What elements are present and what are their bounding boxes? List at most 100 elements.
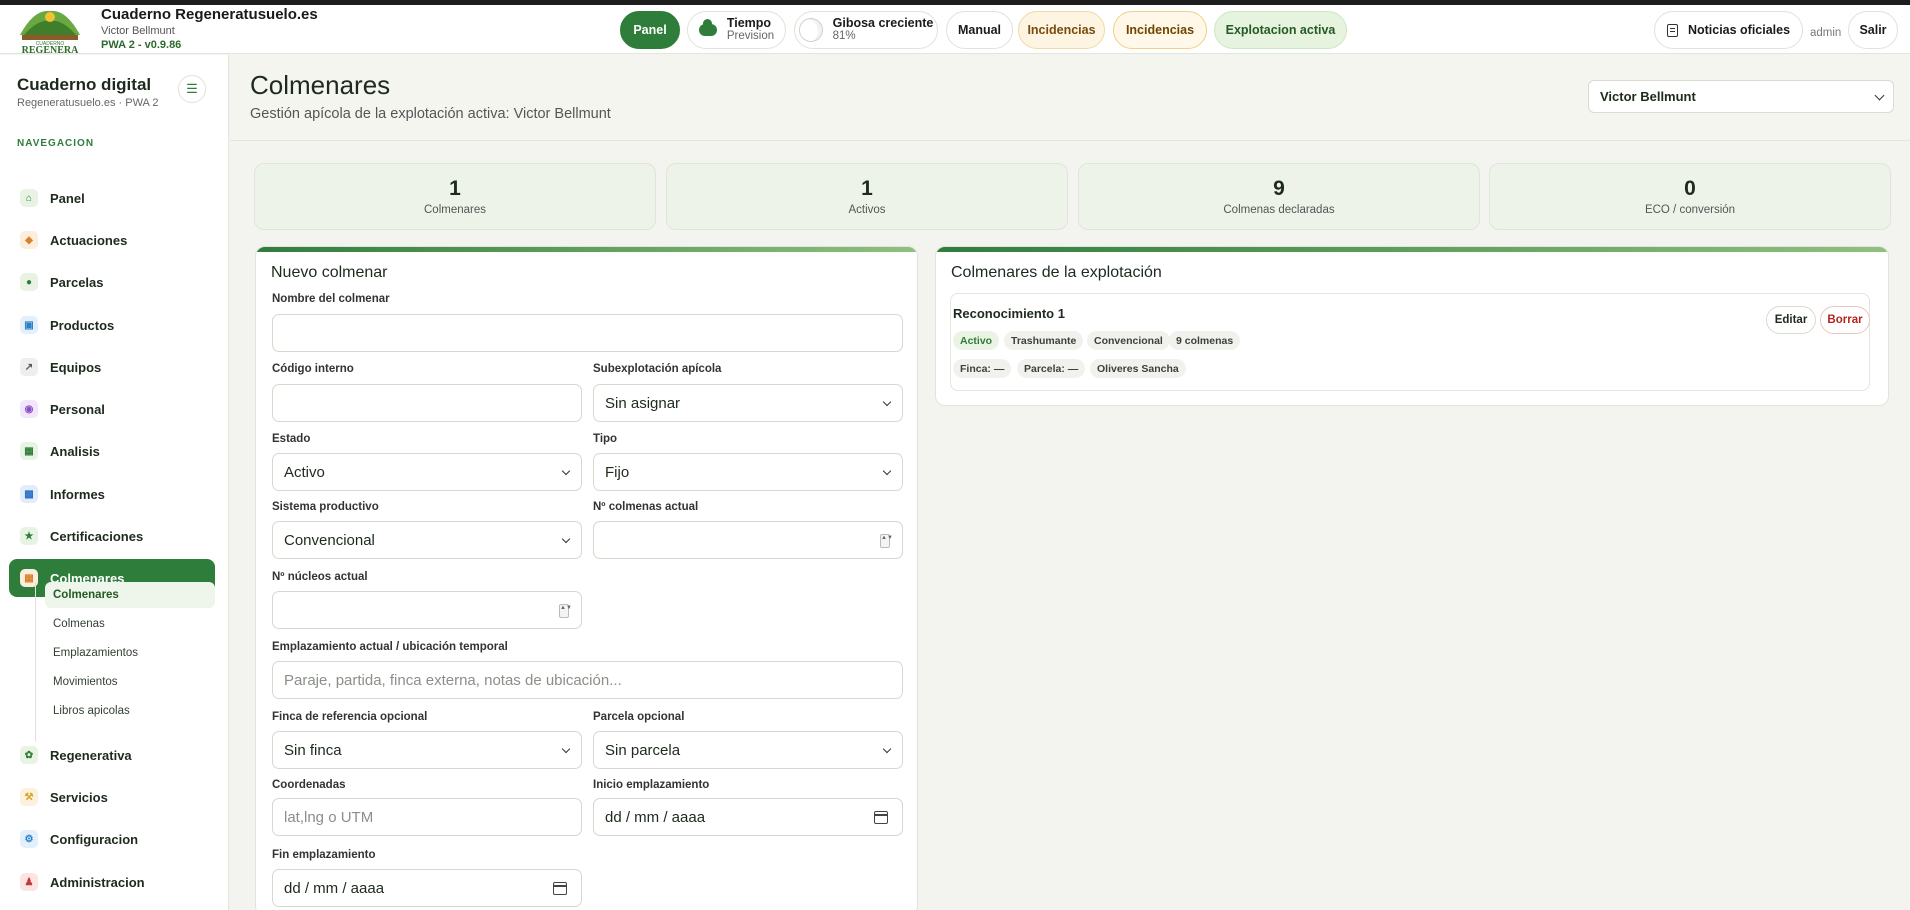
sidebar-item-parcelas[interactable]: ● Parcelas: [9, 263, 215, 301]
moon-phase-pct: 81%: [832, 30, 856, 42]
sidebar-item-label: Configuracion: [50, 831, 139, 847]
colmenas-number-input[interactable]: ▲▼: [593, 521, 903, 559]
sidebar-item-personal[interactable]: ◉ Personal: [9, 390, 215, 428]
moon-phase-button[interactable]: Gibosa creciente 81%: [794, 11, 938, 49]
explotacion-select[interactable]: Victor Bellmunt: [1588, 80, 1894, 113]
chevron-down-icon: [882, 397, 892, 407]
fin-date-placeholder: dd / mm / aaaa: [284, 879, 385, 897]
sidebar-item-administracion[interactable]: ♟ Administracion: [9, 863, 215, 901]
incidencias-alert-button[interactable]: Incidencias: [1113, 11, 1207, 49]
subnav-movimientos[interactable]: Movimientos: [45, 669, 215, 695]
sidebar-item-panel[interactable]: ⌂ Panel: [9, 179, 215, 217]
subexplotacion-select[interactable]: Sin asignar: [593, 384, 903, 422]
sistema-label: Sistema productivo: [272, 501, 379, 513]
status-badge: Activo: [953, 331, 1000, 350]
inicio-label: Inicio emplazamiento: [593, 779, 710, 791]
parcela-badge: Parcela: —: [1017, 359, 1086, 378]
logout-button[interactable]: Salir: [1848, 11, 1898, 49]
sidebar-item-label: Administracion: [50, 874, 145, 890]
sidebar-item-productos[interactable]: ▣ Productos: [9, 306, 215, 344]
incidencias-label: Incidencias: [1027, 23, 1096, 37]
stat-value: 1: [861, 177, 873, 200]
chevron-down-icon: [1874, 90, 1885, 101]
finca-value: Sin finca: [284, 741, 342, 759]
weather-button[interactable]: Tiempo Prevision: [687, 11, 786, 49]
emplazamiento-input[interactable]: Paraje, partida, finca externa, notas de…: [272, 661, 903, 699]
sistema-select[interactable]: Convencional: [272, 521, 582, 559]
edit-button[interactable]: Editar: [1766, 306, 1816, 334]
emplazamiento-label: Emplazamiento actual / ubicación tempora…: [272, 641, 508, 653]
stat-value: 1: [449, 177, 461, 200]
sidebar-toggle-button[interactable]: ☰: [178, 75, 206, 103]
top-bar: CUADERNO REGENERA Cuaderno Regeneratusue…: [0, 5, 1910, 56]
sidebar-item-analisis[interactable]: ▦ Analisis: [9, 432, 215, 470]
explotacion-activa-button[interactable]: Explotacion activa: [1214, 11, 1347, 49]
tipo-badge: Trashumante: [1004, 331, 1084, 350]
subexplotacion-label: Subexplotación apícola: [593, 363, 722, 375]
manual-button[interactable]: Manual: [946, 11, 1013, 49]
stepper-icon[interactable]: ▲▼: [559, 604, 572, 618]
sidebar-item-actuaciones[interactable]: ◆ Actuaciones: [9, 221, 215, 259]
menu-icon: ☰: [186, 81, 198, 96]
colmenas-label: Nº colmenas actual: [593, 501, 699, 513]
stat-label: ECO / conversión: [1644, 204, 1736, 216]
coordenadas-input[interactable]: lat,lng o UTM: [272, 798, 582, 836]
calendar-icon[interactable]: [553, 882, 567, 895]
estado-label: Estado: [272, 433, 311, 445]
nav-section-label: NAVEGACION: [17, 138, 95, 149]
finca-badge: Finca: —: [953, 359, 1012, 378]
people-icon: ◉: [20, 400, 38, 418]
sidebar-item-equipos[interactable]: ↗ Equipos: [9, 348, 215, 386]
current-user: Victor Bellmunt: [101, 25, 175, 37]
nombre-input[interactable]: [272, 314, 903, 352]
calendar-icon[interactable]: [874, 811, 888, 824]
sidebar-item-certificaciones[interactable]: ★ Certificaciones: [9, 517, 215, 555]
noticias-button[interactable]: Noticias oficiales: [1654, 11, 1803, 49]
sidebar-item-label: Analisis: [50, 443, 100, 459]
codigo-label: Código interno: [272, 363, 354, 375]
form-title: Nuevo colmenar: [271, 264, 388, 281]
subnav-emplazamientos[interactable]: Emplazamientos: [45, 640, 215, 666]
codigo-input[interactable]: [272, 384, 582, 422]
tipo-select[interactable]: Fijo: [593, 453, 903, 491]
sidebar-item-servicios[interactable]: ⚒ Servicios: [9, 778, 215, 816]
colmenar-name: Reconocimiento 1: [953, 306, 1065, 321]
tool-icon: ↗: [20, 358, 38, 376]
chevron-down-icon: [561, 534, 571, 544]
incidencias-button[interactable]: Incidencias: [1018, 11, 1105, 49]
finca-select[interactable]: Sin finca: [272, 731, 582, 769]
sidebar-item-regenerativa[interactable]: ✿ Regenerativa: [9, 736, 215, 774]
stat-label: Colmenares: [424, 204, 486, 216]
regenera-logo[interactable]: CUADERNO REGENERA: [14, 5, 86, 56]
inicio-date-input[interactable]: dd / mm / aaaa: [593, 798, 903, 836]
sidebar-item-informes[interactable]: ▩ Informes: [9, 475, 215, 513]
subnav-colmenares[interactable]: Colmenares: [45, 582, 215, 608]
sistema-value: Convencional: [284, 531, 375, 549]
panel-button[interactable]: Panel: [620, 11, 680, 49]
fin-date-input[interactable]: dd / mm / aaaa: [272, 869, 582, 907]
stat-value: 9: [1273, 177, 1285, 200]
stepper-icon[interactable]: ▲▼: [880, 534, 893, 548]
manual-label: Manual: [957, 23, 1002, 37]
sidebar-item-configuracion[interactable]: ⚙ Configuracion: [9, 820, 215, 858]
sidebar-item-label: Regenerativa: [50, 747, 132, 763]
sheet-icon: ▦: [20, 442, 38, 460]
user-icon: ♟: [20, 873, 38, 891]
parcela-value: Sin parcela: [605, 741, 681, 759]
delete-button[interactable]: Borrar: [1820, 306, 1870, 334]
subnav-line: [35, 582, 36, 742]
panel-button-label: Panel: [633, 23, 667, 37]
document-icon: [1666, 23, 1678, 37]
subnav-libros-apicolas[interactable]: Libros apicolas: [45, 698, 215, 724]
parcela-select[interactable]: Sin parcela: [593, 731, 903, 769]
gear-icon: ⚙: [20, 830, 38, 848]
sidebar-title: Cuaderno digital: [17, 75, 152, 94]
subnav-colmenas[interactable]: Colmenas: [45, 611, 215, 637]
nucleos-label: Nº núcleos actual: [272, 571, 368, 583]
coordenadas-label: Coordenadas: [272, 779, 346, 791]
sidebar-item-label: Servicios: [50, 789, 108, 805]
estado-select[interactable]: Activo: [272, 453, 582, 491]
svg-text:REGENERA: REGENERA: [22, 45, 79, 55]
nucleos-number-input[interactable]: ▲▼: [272, 591, 582, 629]
incidencias-alert-label: Incidencias: [1125, 23, 1195, 37]
